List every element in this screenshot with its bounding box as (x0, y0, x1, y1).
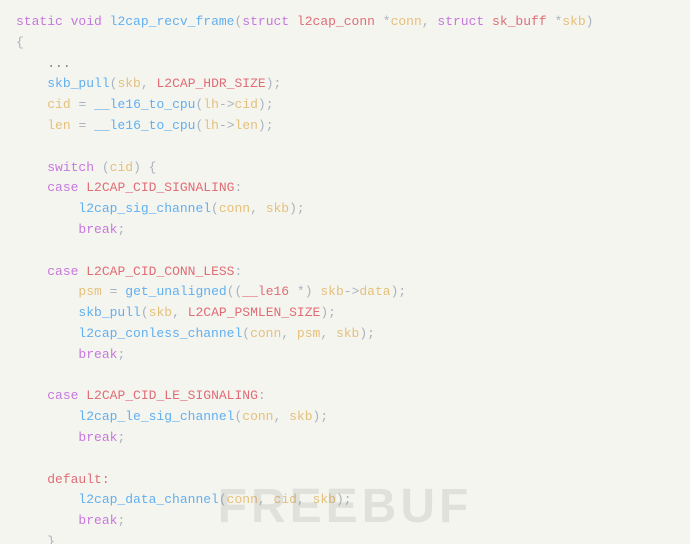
code-line-6: len = __le16_to_cpu(lh->len); (16, 116, 674, 137)
code-line-12 (16, 241, 674, 262)
code-line-16: l2cap_conless_channel(conn, psm, skb); (16, 324, 674, 345)
code-line-15: skb_pull(skb, L2CAP_PSMLEN_SIZE); (16, 303, 674, 324)
code-line-25: break; (16, 511, 674, 532)
code-line-3: ... (16, 54, 674, 75)
code-line-24: l2cap_data_channel(conn, cid, skb); (16, 490, 674, 511)
code-line-13: case L2CAP_CID_CONN_LESS: (16, 262, 674, 283)
code-line-22 (16, 449, 674, 470)
code-line-18 (16, 366, 674, 387)
code-line-17: break; (16, 345, 674, 366)
code-line-23: default: (16, 470, 674, 491)
code-line-11: break; (16, 220, 674, 241)
code-line-5: cid = __le16_to_cpu(lh->cid); (16, 95, 674, 116)
code-container: static void l2cap_recv_frame(struct l2ca… (0, 0, 690, 544)
code-line-1: static void l2cap_recv_frame(struct l2ca… (16, 12, 674, 33)
code-line-7 (16, 137, 674, 158)
code-line-2: { (16, 33, 674, 54)
code-line-8: switch (cid) { (16, 158, 674, 179)
code-line-21: break; (16, 428, 674, 449)
code-line-10: l2cap_sig_channel(conn, skb); (16, 199, 674, 220)
code-line-19: case L2CAP_CID_LE_SIGNALING: (16, 386, 674, 407)
code-line-4: skb_pull(skb, L2CAP_HDR_SIZE); (16, 74, 674, 95)
code-line-9: case L2CAP_CID_SIGNALING: (16, 178, 674, 199)
code-block: static void l2cap_recv_frame(struct l2ca… (16, 12, 674, 544)
code-line-20: l2cap_le_sig_channel(conn, skb); (16, 407, 674, 428)
code-line-14: psm = get_unaligned((__le16 *) skb->data… (16, 282, 674, 303)
code-line-26: } (16, 532, 674, 544)
